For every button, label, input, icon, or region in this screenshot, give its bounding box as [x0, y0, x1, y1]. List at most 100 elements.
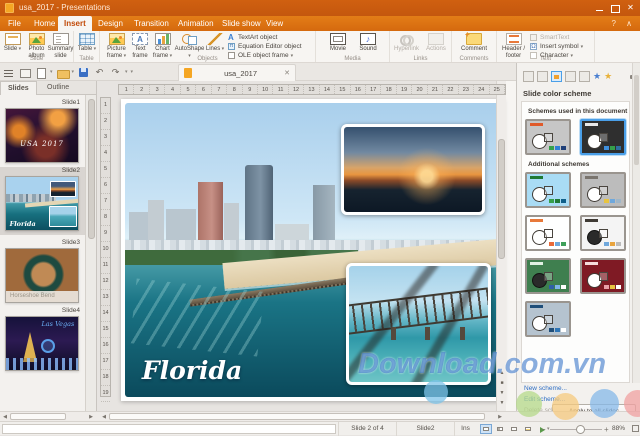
scroll-right-icon[interactable]: ▶ — [496, 413, 504, 421]
close-tab-icon[interactable]: ✕ — [284, 69, 290, 77]
document-tab[interactable]: usa_2017 ✕ — [178, 64, 296, 81]
tab-view[interactable]: View — [260, 16, 289, 31]
collapse-ribbon-icon[interactable]: ∧ — [626, 16, 632, 31]
summary-slide-icon — [53, 33, 69, 45]
scrollbar-thumb[interactable] — [634, 75, 639, 165]
table-button[interactable]: Table — [77, 33, 97, 53]
movie-button[interactable]: Movie — [326, 33, 350, 53]
scroll-down-icon[interactable]: ▼ — [498, 399, 506, 408]
lines-button[interactable]: Lines — [205, 33, 225, 53]
read-view-button[interactable] — [508, 424, 520, 434]
close-button[interactable]: ✕ — [624, 2, 637, 13]
normal-view-button[interactable] — [480, 424, 492, 434]
insert-symbol-button[interactable]: ΩInsert symbol▾ — [530, 42, 592, 51]
tab-insert[interactable]: Insert — [58, 16, 92, 31]
panel-transition-icon[interactable] — [579, 71, 590, 82]
star-orange-icon[interactable]: ★ — [604, 71, 612, 82]
ribbon-group-text: Header / footer SmartText ΩInsert symbol… — [497, 31, 595, 62]
notes-view-button[interactable] — [522, 424, 534, 434]
actions-icon — [428, 33, 444, 45]
sound-button[interactable]: ♪Sound — [356, 33, 380, 53]
color-scheme-thumbnail[interactable] — [580, 258, 626, 294]
panel-format-icon[interactable] — [523, 71, 534, 82]
textart-object-button[interactable]: ATextArt object — [228, 33, 314, 42]
slides-panel-scrollbar[interactable] — [85, 95, 96, 411]
zoom-slider-handle[interactable] — [576, 425, 585, 434]
color-scheme-thumbnail[interactable] — [525, 215, 571, 251]
zoom-in-icon[interactable]: + — [604, 425, 609, 434]
slide-sorter-view-button[interactable] — [494, 424, 506, 434]
color-scheme-thumbnail[interactable] — [525, 301, 571, 337]
slide-thumbnail-3[interactable]: Horseshoe Bend — [5, 248, 79, 303]
tab-design[interactable]: Design — [92, 16, 129, 31]
smarttext-button[interactable]: SmartText — [530, 33, 592, 42]
open-folder-icon[interactable] — [56, 66, 69, 79]
tab-outline[interactable]: Outline — [40, 81, 76, 95]
scrollbar-thumb[interactable] — [498, 139, 505, 259]
edit-scheme-link[interactable]: Edit scheme... — [524, 396, 565, 403]
customize-toolbar-icon[interactable]: ▾ — [131, 69, 134, 75]
task-pane-scrollbar[interactable] — [632, 63, 640, 383]
panel-layout-icon[interactable] — [537, 71, 548, 82]
new-scheme-link[interactable]: New scheme... — [524, 385, 567, 392]
save-icon[interactable] — [77, 66, 90, 79]
zoom-out-icon[interactable]: − — [541, 425, 546, 434]
slide-button[interactable]: Slide — [2, 33, 23, 53]
star-blue-icon[interactable]: ★ — [593, 71, 601, 82]
tab-slides[interactable]: Slides — [0, 81, 37, 95]
ribbon: Slide Photo album Summary slide Slide Ta… — [0, 31, 640, 63]
redo-icon[interactable]: ↷ — [109, 66, 122, 79]
actions-button[interactable]: Actions — [423, 33, 449, 53]
group-label-text: Text — [497, 56, 594, 62]
scroll-right-icon[interactable]: ▶ — [87, 413, 95, 421]
previous-slide-button[interactable]: ▲ — [498, 369, 506, 378]
next-slide-button[interactable]: ▼ — [498, 389, 506, 398]
dropdown-icon[interactable]: ▾ — [125, 69, 128, 75]
slide-thumbnail-4[interactable]: Las Vegas — [5, 316, 79, 371]
undo-icon[interactable]: ↶ — [93, 66, 106, 79]
browse-object-button[interactable]: ■ — [498, 379, 506, 388]
color-scheme-thumbnail[interactable] — [525, 119, 571, 155]
tab-file[interactable]: File — [2, 16, 27, 31]
dropdown-icon[interactable]: ▾ — [50, 69, 53, 75]
slide-title-text[interactable]: Florida — [142, 356, 242, 385]
window-title: usa_2017 - Presentations — [19, 3, 110, 12]
canvas-vertical-scrollbar[interactable]: ▲ ▲ ■ ▼ ▼ — [496, 81, 506, 411]
scroll-left-icon[interactable]: ◀ — [1, 413, 9, 421]
document-icon — [184, 68, 192, 78]
scroll-left-icon[interactable]: ◀ — [100, 413, 108, 421]
bridge-photo-inset[interactable] — [346, 263, 490, 385]
slide-thumbnail-1[interactable]: USA 2017 — [5, 108, 79, 163]
maximize-button[interactable] — [608, 2, 621, 13]
panel-color-scheme-icon[interactable] — [551, 71, 562, 82]
zoom-percentage[interactable]: 88% — [612, 422, 625, 436]
color-scheme-thumbnail[interactable] — [580, 215, 626, 251]
current-slide[interactable]: Florida — [121, 99, 504, 401]
view-switcher — [480, 424, 548, 434]
scrollbar-thumb[interactable] — [88, 99, 95, 239]
minimize-button[interactable] — [593, 2, 606, 13]
equation-icon: π — [228, 43, 235, 50]
tab-home[interactable]: Home — [28, 16, 61, 31]
menu-icon[interactable] — [2, 66, 15, 79]
color-scheme-thumbnail[interactable] — [580, 172, 626, 208]
dropdown-icon[interactable]: ▾ — [72, 69, 75, 75]
slide-thumbnail-2[interactable]: Florida — [5, 176, 79, 231]
equation-editor-button[interactable]: πEquation Editor object — [228, 42, 314, 51]
group-label-table: Table — [74, 56, 99, 62]
print-icon[interactable] — [18, 66, 31, 79]
insert-mode-indicator[interactable]: Ins — [454, 422, 476, 436]
color-scheme-thumbnail[interactable] — [525, 258, 571, 294]
hyperlink-button[interactable]: Hyperlink — [393, 33, 420, 53]
sunset-photo-inset[interactable] — [341, 124, 485, 215]
comment-button[interactable]: Comment — [458, 33, 490, 53]
fit-slide-icon[interactable] — [632, 425, 639, 432]
color-scheme-thumbnail[interactable] — [525, 172, 571, 208]
tab-transition[interactable]: Transition — [128, 16, 175, 31]
tab-animation[interactable]: Animation — [172, 16, 220, 31]
help-icon[interactable]: ? — [612, 16, 616, 31]
panel-design-icon[interactable] — [565, 71, 576, 82]
new-document-icon[interactable] — [34, 66, 47, 79]
color-scheme-thumbnail[interactable] — [580, 119, 626, 155]
slide-thumb-group-3: Slide3 Horseshoe Bend — [0, 239, 86, 303]
